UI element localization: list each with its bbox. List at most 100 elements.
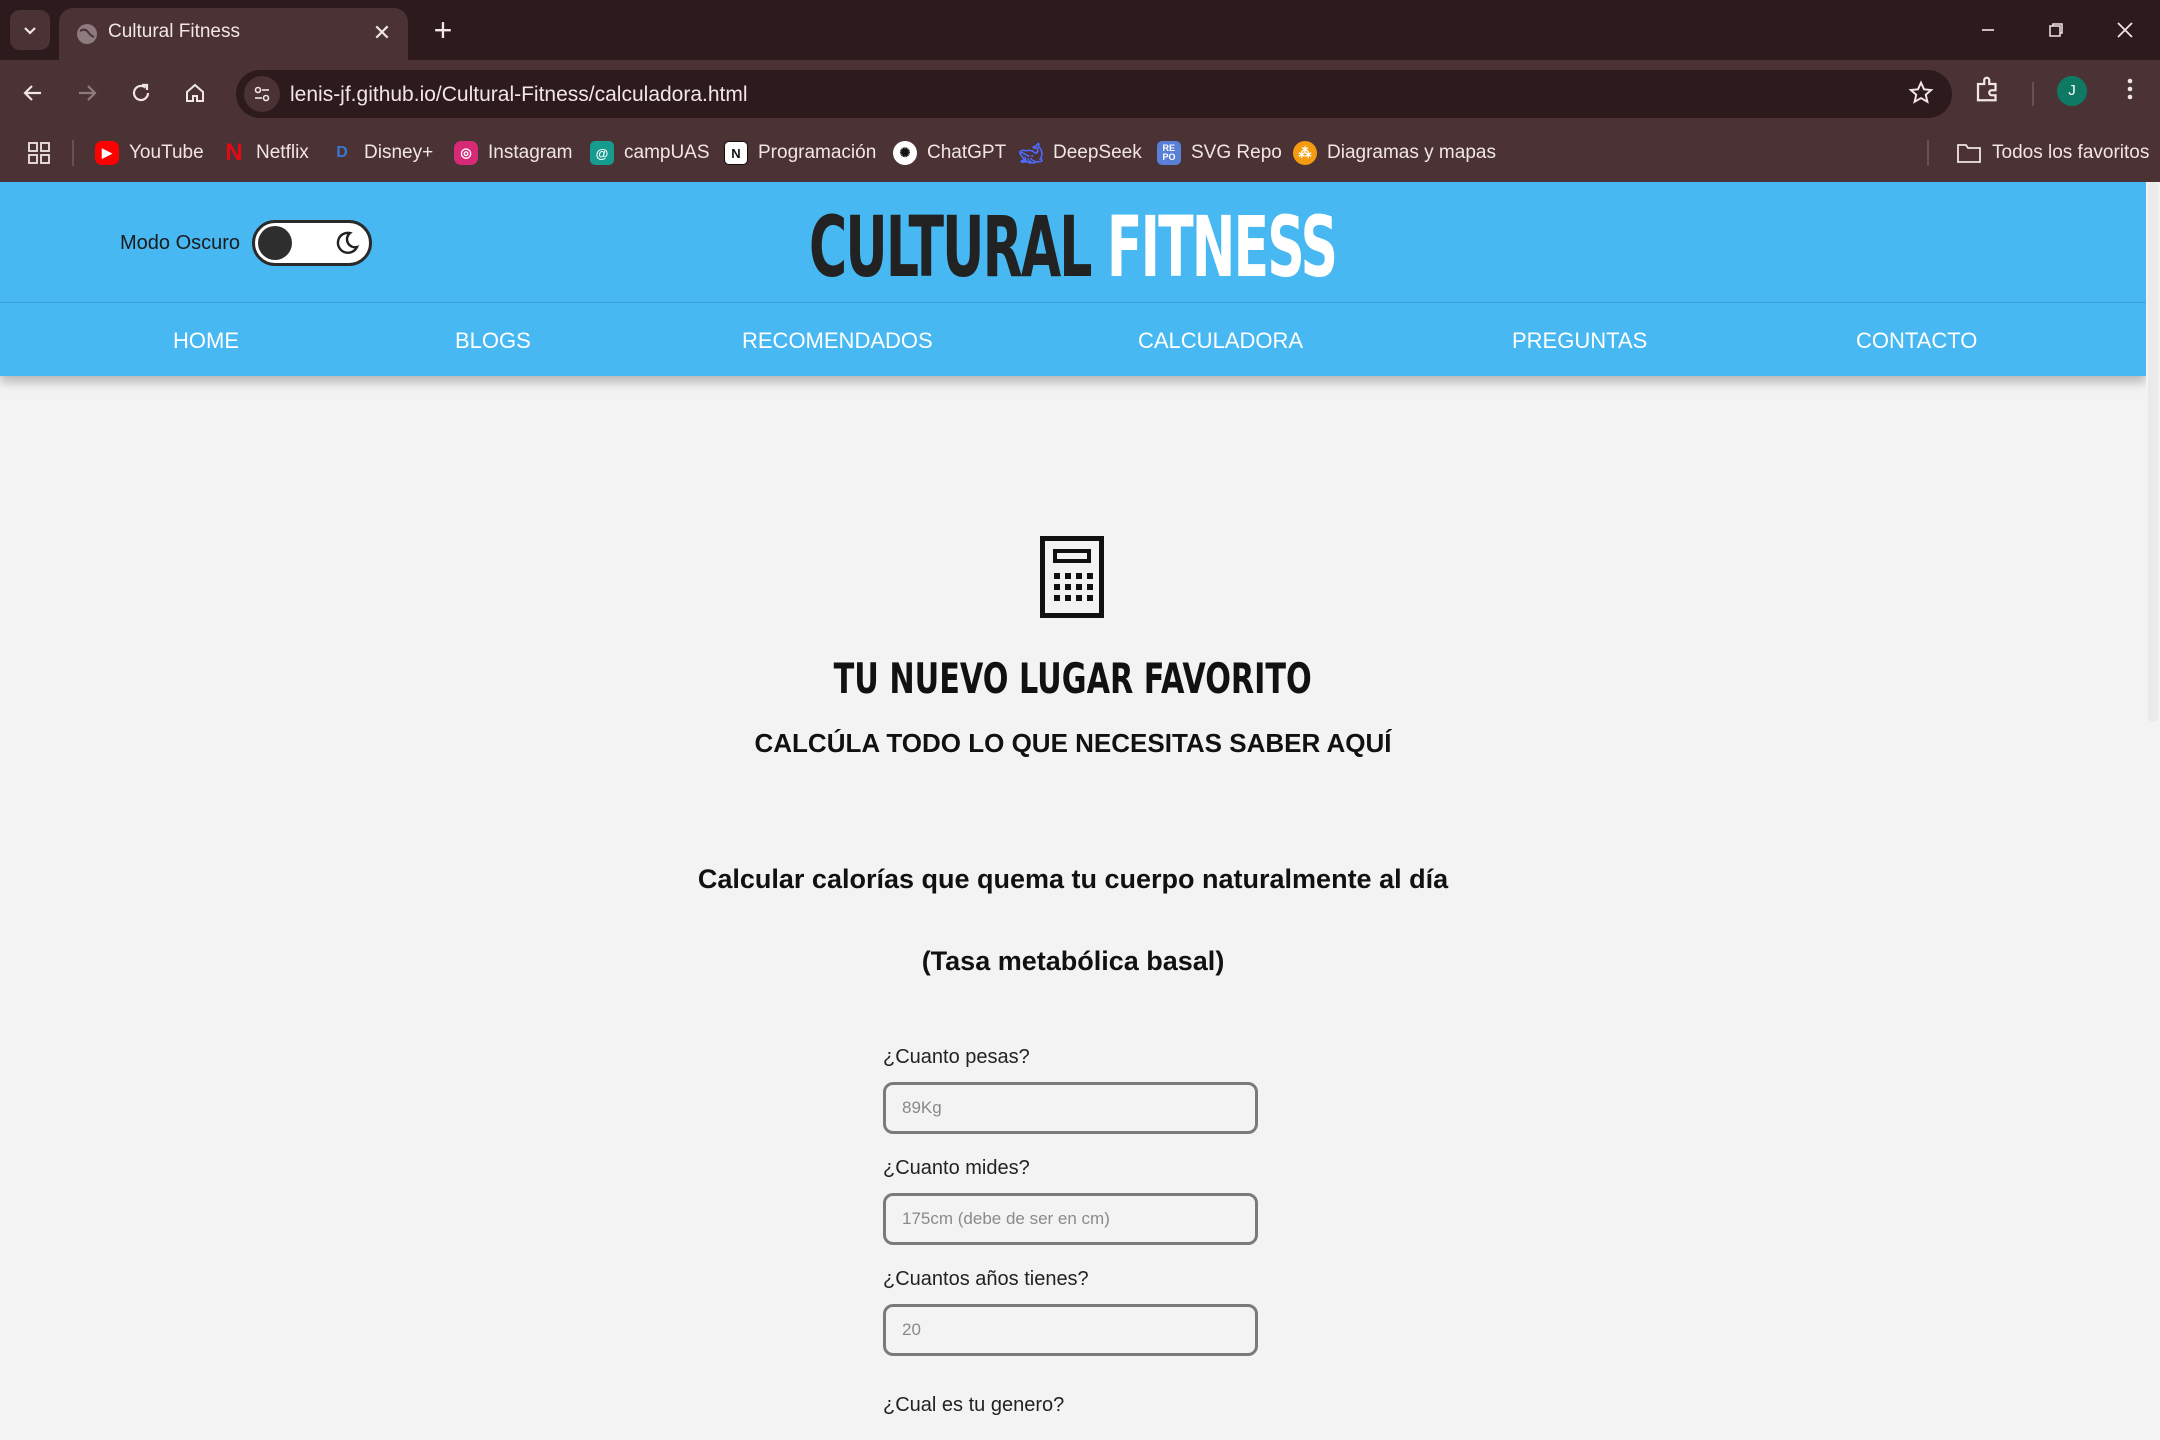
site-info-button[interactable] bbox=[244, 76, 280, 112]
tab-title: Cultural Fitness bbox=[108, 21, 240, 42]
close-tab-icon[interactable]: ✕ bbox=[369, 20, 395, 46]
browser-toolbar: lenis-jf.github.io/Cultural-Fitness/calc… bbox=[0, 60, 2160, 126]
header-divider bbox=[0, 302, 2146, 303]
site-logo[interactable]: CULTURAL FITNESS bbox=[407, 198, 1738, 296]
more-vert-icon[interactable] bbox=[2115, 74, 2145, 104]
apps-grid-icon[interactable] bbox=[26, 140, 52, 166]
calculator-keys bbox=[1054, 573, 1093, 601]
brand-word-1: CULTURAL bbox=[809, 198, 1092, 296]
bookmark-deepseek[interactable]: 🐋︎ DeepSeek bbox=[1018, 138, 1142, 168]
main-nav: HOME BLOGS RECOMENDADOS CALCULADORA PREG… bbox=[0, 304, 2146, 376]
notion-icon: N bbox=[724, 141, 748, 165]
tab-search-button[interactable] bbox=[10, 10, 50, 50]
nav-recomendados[interactable]: RECOMENDADOS bbox=[742, 328, 933, 354]
nav-blogs[interactable]: BLOGS bbox=[455, 328, 531, 354]
bookmark-campuas[interactable]: @ campUAS bbox=[590, 138, 710, 168]
extensions-icon[interactable] bbox=[1973, 74, 2003, 104]
reload-button[interactable] bbox=[120, 72, 162, 114]
age-label: ¿Cuantos años tienes? bbox=[883, 1268, 1089, 1290]
bookmarks-divider bbox=[72, 140, 74, 166]
bookmark-programacion[interactable]: N Programación bbox=[724, 138, 876, 168]
site-header: Modo Oscuro CULTURAL FITNESS HOME BLOGS … bbox=[0, 182, 2146, 376]
hero-subtitle: CALCÚLA TODO LO QUE NECESITAS SABER AQUÍ bbox=[754, 728, 1392, 758]
youtube-icon: ▶ bbox=[95, 141, 119, 165]
bookmark-star-icon[interactable] bbox=[1908, 80, 1934, 106]
folder-icon bbox=[1957, 144, 1981, 163]
close-window-button[interactable] bbox=[2099, 8, 2151, 52]
home-icon bbox=[186, 83, 204, 102]
dark-mode-label: Modo Oscuro bbox=[120, 232, 241, 254]
all-bookmarks-label: Todos los favoritos bbox=[1992, 142, 2150, 163]
nav-calculadora[interactable]: CALCULADORA bbox=[1138, 328, 1303, 354]
campuas-icon: @ bbox=[590, 141, 614, 165]
arrow-left-icon bbox=[23, 85, 41, 101]
url-text[interactable]: lenis-jf.github.io/Cultural-Fitness/calc… bbox=[290, 83, 748, 107]
toggle-knob bbox=[258, 226, 292, 260]
calculator-title: Calcular calorías que quema tu cuerpo na… bbox=[697, 864, 1449, 894]
disney-icon: D bbox=[336, 144, 348, 161]
moon-icon bbox=[336, 231, 360, 254]
deepseek-icon: 🐋︎ bbox=[1018, 142, 1044, 165]
chevron-down-icon bbox=[24, 27, 36, 35]
netflix-icon: N bbox=[225, 139, 243, 166]
tune-icon bbox=[254, 86, 270, 102]
nav-contacto[interactable]: CONTACTO bbox=[1856, 328, 1977, 354]
weight-input[interactable] bbox=[883, 1082, 1258, 1134]
bookmark-label: Programación bbox=[758, 142, 877, 163]
profile-avatar[interactable]: J bbox=[2057, 76, 2087, 106]
bookmark-instagram[interactable]: ◎ Instagram bbox=[454, 138, 572, 168]
age-input[interactable] bbox=[883, 1304, 1258, 1356]
close-icon bbox=[2117, 22, 2133, 38]
address-bar[interactable]: lenis-jf.github.io/Cultural-Fitness/calc… bbox=[236, 70, 1952, 118]
dark-mode-toggle[interactable] bbox=[252, 220, 372, 266]
bookmark-label: Instagram bbox=[488, 142, 573, 163]
restore-button[interactable] bbox=[2030, 8, 2082, 52]
instagram-icon: ◎ bbox=[454, 141, 478, 165]
browser-tabstrip: Cultural Fitness ✕ + bbox=[0, 0, 2160, 60]
reload-icon bbox=[132, 83, 150, 102]
back-button[interactable] bbox=[12, 72, 54, 114]
diagrams-icon: ⁂ bbox=[1293, 141, 1317, 165]
bookmark-label: campUAS bbox=[624, 142, 710, 163]
page-scrollbar[interactable] bbox=[2146, 182, 2160, 1440]
bookmark-diagramas[interactable]: ⁂ Diagramas y mapas bbox=[1293, 138, 1496, 168]
new-tab-button[interactable]: + bbox=[425, 12, 461, 48]
bookmark-label: YouTube bbox=[129, 142, 204, 163]
scrollbar-thumb[interactable] bbox=[2148, 182, 2158, 722]
bookmarks-divider bbox=[1927, 140, 1929, 166]
bookmark-label: DeepSeek bbox=[1053, 142, 1142, 163]
bookmark-chatgpt[interactable]: ✺ ChatGPT bbox=[893, 138, 1006, 168]
nav-preguntas[interactable]: PREGUNTAS bbox=[1512, 328, 1647, 354]
active-tab[interactable]: Cultural Fitness ✕ bbox=[59, 8, 408, 60]
all-bookmarks-folder[interactable]: Todos los favoritos bbox=[1956, 138, 2149, 168]
gender-label: ¿Cual es tu genero? bbox=[883, 1394, 1065, 1416]
chatgpt-icon: ✺ bbox=[893, 141, 917, 165]
bookmark-netflix[interactable]: N Netflix bbox=[222, 138, 309, 168]
page-viewport: Modo Oscuro CULTURAL FITNESS HOME BLOGS … bbox=[0, 182, 2160, 1440]
bookmark-disney[interactable]: D Disney+ bbox=[330, 138, 433, 168]
calculator-subtitle: (Tasa metabólica basal) bbox=[921, 946, 1225, 976]
svgrepo-icon: RE PO bbox=[1157, 141, 1181, 165]
bookmarks-bar: ▶ YouTube N Netflix D Disney+ ◎ Instagra… bbox=[0, 126, 2160, 182]
bookmark-label: Diagramas y mapas bbox=[1327, 142, 1496, 163]
bookmark-label: ChatGPT bbox=[927, 142, 1007, 163]
bookmark-youtube[interactable]: ▶ YouTube bbox=[95, 138, 204, 168]
bookmark-svgrepo[interactable]: RE PO SVG Repo bbox=[1157, 138, 1282, 168]
bookmark-label: Disney+ bbox=[364, 142, 434, 163]
restore-icon bbox=[2049, 23, 2063, 37]
arrow-right-icon bbox=[79, 85, 97, 101]
calculator-screen bbox=[1053, 549, 1091, 563]
bookmark-label: SVG Repo bbox=[1191, 142, 1282, 163]
nav-home[interactable]: HOME bbox=[173, 328, 239, 354]
weight-label: ¿Cuanto pesas? bbox=[883, 1046, 1030, 1068]
forward-button[interactable] bbox=[66, 72, 108, 114]
minimize-icon bbox=[1982, 29, 1994, 31]
brand-word-2: FITNESS bbox=[1106, 198, 1338, 296]
home-button[interactable] bbox=[174, 72, 216, 114]
globe-icon bbox=[77, 24, 97, 44]
minimize-button[interactable] bbox=[1962, 8, 2014, 52]
height-input[interactable] bbox=[883, 1193, 1258, 1245]
height-label: ¿Cuanto mides? bbox=[883, 1157, 1030, 1179]
calculator-icon bbox=[1040, 536, 1104, 618]
bookmark-label: Netflix bbox=[256, 142, 309, 163]
